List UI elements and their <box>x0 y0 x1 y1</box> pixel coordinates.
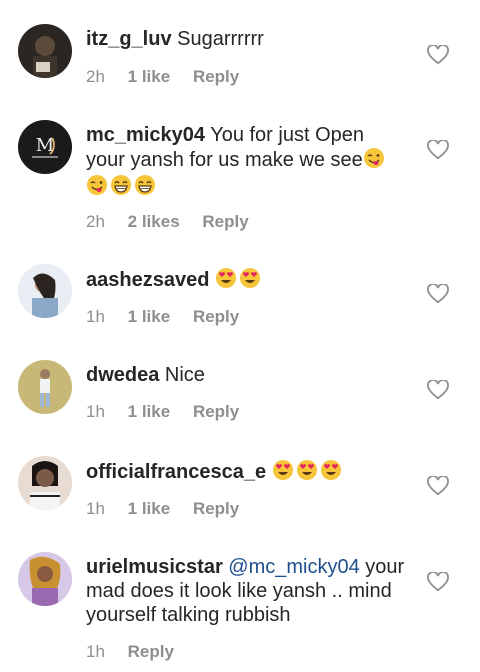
comment-time: 1h <box>86 499 105 518</box>
reply-button[interactable]: Reply <box>193 401 239 423</box>
comment-mention-link[interactable]: @mc_micky04 <box>228 556 359 578</box>
heart-eyes-emoji-icon <box>320 460 341 480</box>
comment-list: itz_g_luv Sugarrrrrr 2h 1 like Reply M m… <box>0 0 480 672</box>
reply-button[interactable]: Reply <box>202 211 248 233</box>
comment-username[interactable]: urielmusicstar <box>86 556 223 578</box>
reply-button[interactable]: Reply <box>193 306 239 328</box>
comment-time: 2h <box>86 212 105 231</box>
comment-username[interactable]: itz_g_luv <box>86 28 172 50</box>
reply-button[interactable]: Reply <box>128 641 174 663</box>
comment-text: your yansh for us make we see <box>86 149 363 171</box>
likes-count[interactable]: 2 likes <box>128 211 180 233</box>
comment-time: 1h <box>86 642 105 661</box>
avatar[interactable] <box>18 264 72 318</box>
comment-text: Sugarrrrrr <box>177 28 264 50</box>
comment-username[interactable]: dwedea <box>86 364 159 386</box>
heart-icon[interactable] <box>427 140 449 160</box>
likes-count[interactable]: 1 like <box>128 66 171 88</box>
heart-eyes-emoji-icon <box>296 460 317 480</box>
tongue-wink-emoji-icon <box>87 175 107 195</box>
likes-count[interactable]: 1 like <box>128 498 171 520</box>
grin-emoji-icon <box>135 175 155 195</box>
heart-icon[interactable] <box>427 45 449 65</box>
likes-count[interactable]: 1 like <box>128 401 171 423</box>
comment-time: 2h <box>86 67 105 86</box>
comment-time: 1h <box>86 307 105 326</box>
likes-count[interactable]: 1 like <box>128 306 171 328</box>
comment-meta: 2h 1 like Reply <box>86 66 406 88</box>
comment-text: Nice <box>164 364 205 386</box>
reply-button[interactable]: Reply <box>193 498 239 520</box>
comment-meta: 1h 1 like Reply <box>86 498 406 520</box>
heart-icon[interactable] <box>427 284 449 304</box>
reply-button[interactable]: Reply <box>193 66 239 88</box>
comment-meta: 2h 2 likes Reply <box>86 211 406 233</box>
heart-eyes-emoji-icon <box>239 268 260 288</box>
comment-text: mad does it look like yansh .. mind <box>86 580 392 602</box>
heart-icon[interactable] <box>427 476 449 496</box>
comment-text: yourself talking rubbish <box>86 604 291 626</box>
avatar[interactable] <box>18 456 72 510</box>
avatar[interactable] <box>18 552 72 606</box>
heart-eyes-emoji-icon <box>215 268 236 288</box>
heart-icon[interactable] <box>427 572 449 592</box>
avatar[interactable] <box>18 360 72 414</box>
comment-meta: 1h 1 like Reply <box>86 306 406 328</box>
tongue-wink-emoji-icon <box>363 148 384 168</box>
avatar[interactable] <box>18 24 72 78</box>
comment-meta: 1h Reply <box>86 641 406 663</box>
comment-username[interactable]: officialfrancesca_e <box>86 461 266 483</box>
heart-icon[interactable] <box>427 380 449 400</box>
grin-emoji-icon <box>111 175 131 195</box>
comment-text: your <box>365 556 405 578</box>
comment-text: You for just Open <box>210 124 364 146</box>
comment-time: 1h <box>86 402 105 421</box>
heart-eyes-emoji-icon <box>272 460 293 480</box>
avatar[interactable]: M <box>18 120 72 174</box>
comment-username[interactable]: aashezsaved <box>86 269 209 291</box>
comment-username[interactable]: mc_micky04 <box>86 124 205 146</box>
comment-meta: 1h 1 like Reply <box>86 401 406 423</box>
